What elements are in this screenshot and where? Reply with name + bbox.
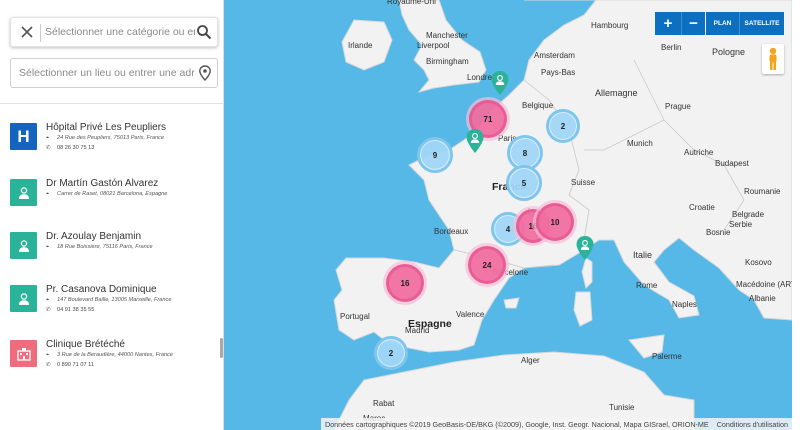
map-place-label: Royaume-Uni xyxy=(387,0,436,6)
map-place-label: Irlande xyxy=(348,41,373,50)
map-plan-button[interactable]: PLAN xyxy=(706,12,739,35)
category-search-input[interactable] xyxy=(45,23,195,41)
map-place-label: Pays-Bas xyxy=(541,68,576,77)
result-name: Dr. Azoulay Benjamin xyxy=(46,231,142,242)
map-place-label: Rabat xyxy=(373,399,395,408)
result-name: Dr Martín Gastón Alvarez xyxy=(46,178,159,189)
result-phone: ✆ 0 890 71 07 11 xyxy=(46,362,94,368)
map-marker-icon[interactable] xyxy=(466,129,484,153)
map-place-label: Prague xyxy=(665,102,691,111)
result-item[interactable]: Pr. Casanova Dominique ⌖ 147 Boulevard Ba… xyxy=(10,284,210,337)
address-pin-icon: ⌖ xyxy=(46,352,50,358)
map-cluster[interactable]: 24 xyxy=(468,246,506,284)
map-place-label: Amsterdam xyxy=(534,51,575,60)
doctor-icon xyxy=(10,285,37,312)
doctor-icon xyxy=(10,232,37,259)
map-place-label: Pologne xyxy=(712,47,746,57)
map-cluster[interactable]: 5 xyxy=(506,165,542,201)
map-place-label: Budapest xyxy=(715,159,749,168)
result-name: Pr. Casanova Dominique xyxy=(46,284,157,295)
map-place-label: Suisse xyxy=(571,178,596,187)
map-cluster[interactable]: 2 xyxy=(546,109,580,143)
map-place-label: Portugal xyxy=(340,312,370,321)
map-marker-icon[interactable] xyxy=(576,236,594,260)
zoom-out-button[interactable]: − xyxy=(681,12,705,35)
result-phone: ✆ 04 91 38 35 55 xyxy=(46,307,95,313)
zoom-in-button[interactable]: + xyxy=(655,12,681,35)
category-search-box xyxy=(10,17,218,47)
map-place-label: Munich xyxy=(627,139,653,148)
hospital-icon: H xyxy=(10,123,37,150)
attribution-text: Données cartographiques ©2019 GeoBasis-D… xyxy=(324,419,709,429)
map-place-label: Alger xyxy=(521,356,540,365)
map-place-label: Macédoine (ARYM) xyxy=(736,280,792,289)
result-name: Clinique Brétéché xyxy=(46,339,125,350)
result-address: ⌖ Carrer de Raset, 08021 Barcelona, Espag… xyxy=(46,191,168,197)
map-cluster[interactable]: 2 xyxy=(374,336,408,370)
map-place-label: Italie xyxy=(633,250,653,260)
search-icon[interactable] xyxy=(196,24,212,40)
location-pin-icon[interactable] xyxy=(198,65,212,81)
address-pin-icon: ⌖ xyxy=(46,297,50,303)
clinic-icon xyxy=(10,340,37,367)
map-place-label: Tunisie xyxy=(609,403,635,412)
map-place-label: Valence xyxy=(456,310,485,319)
map-place-label: Serbie xyxy=(729,220,753,229)
map-place-label: Rome xyxy=(636,281,658,290)
terms-link[interactable]: Conditions d'utilisation xyxy=(717,420,788,429)
result-item[interactable]: Dr Martín Gastón Alvarez ⌖ Carrer de Rase… xyxy=(10,178,210,231)
phone-icon: ✆ xyxy=(46,307,51,313)
map-place-label: Madrid xyxy=(405,326,430,335)
map-place-label: Bordeaux xyxy=(434,227,469,236)
result-address: ⌖ 18 Rue Boissière, 75116 Paris, France xyxy=(46,244,153,250)
address-pin-icon: ⌖ xyxy=(46,244,50,250)
doctor-icon xyxy=(10,179,37,206)
result-phone: ✆ 08 26 30 75 13 xyxy=(46,145,95,151)
map-place-label: Allemagne xyxy=(595,88,638,98)
map-place-label: Belgrade xyxy=(732,210,765,219)
map-place-label: Birmingham xyxy=(426,57,469,66)
address-pin-icon: ⌖ xyxy=(46,191,50,197)
phone-icon: ✆ xyxy=(46,145,51,151)
map[interactable]: Royaume-Uni Irlande Liverpool Manchester Bir… xyxy=(224,0,792,430)
location-search-input[interactable] xyxy=(19,64,195,82)
map-place-label: Naples xyxy=(672,300,697,309)
panel-scrollbar[interactable] xyxy=(220,338,223,358)
map-cluster[interactable]: 16 xyxy=(386,264,424,302)
map-place-label: Albanie xyxy=(749,294,776,303)
result-name: Hôpital Privé Les Peupliers xyxy=(46,122,167,133)
map-place-label: Liverpool xyxy=(417,41,450,50)
map-marker-icon[interactable] xyxy=(491,71,509,95)
result-item[interactable]: Clinique Brétéché ⌖ 3 Rue de la Beraudièr… xyxy=(10,339,210,392)
map-attribution: Données cartographiques ©2019 GeoBasis-D… xyxy=(320,418,792,430)
map-place-label: Palerme xyxy=(652,352,682,361)
map-place-label: Kosovo xyxy=(745,258,772,267)
map-place-label: Berlin xyxy=(661,43,682,52)
phone-icon: ✆ xyxy=(46,362,51,368)
map-place-label: Autriche xyxy=(684,148,714,157)
address-pin-icon: ⌖ xyxy=(46,135,50,141)
panel-divider xyxy=(0,103,223,104)
map-place-label: Manchester xyxy=(426,31,468,40)
result-item[interactable]: H Hôpital Privé Les Peupliers ⌖ 24 Rue de… xyxy=(10,122,210,175)
location-search-box xyxy=(10,58,218,88)
map-place-label: Roumanie xyxy=(744,187,781,196)
close-icon[interactable] xyxy=(19,24,35,40)
results-panel: H Hôpital Privé Les Peupliers ⌖24 Rue de… xyxy=(0,0,224,430)
map-cluster[interactable]: 9 xyxy=(417,137,453,173)
map-place-label: Belgique xyxy=(522,101,554,110)
result-item[interactable]: Dr. Azoulay Benjamin ⌖ 18 Rue Boissière, … xyxy=(10,231,210,284)
map-place-label: Hambourg xyxy=(591,21,629,30)
map-satellite-button[interactable]: SATELLITE xyxy=(739,12,784,35)
page-margin xyxy=(792,0,800,430)
pegman-icon[interactable] xyxy=(762,44,784,74)
map-place-label: Bosnie xyxy=(706,228,731,237)
map-cluster[interactable]: 10 xyxy=(536,203,574,241)
map-place-label: Croatie xyxy=(689,203,715,212)
result-address: ⌖ 24 Rue des Peupliers, 75013 Paris, Fran… xyxy=(46,135,164,141)
result-address: ⌖ 3 Rue de la Beraudière, 44000 Nantes, F… xyxy=(46,352,173,358)
result-address: ⌖ 147 Boulevard Baille, 13005 Marseille, … xyxy=(46,297,172,303)
search-separator xyxy=(40,24,41,42)
